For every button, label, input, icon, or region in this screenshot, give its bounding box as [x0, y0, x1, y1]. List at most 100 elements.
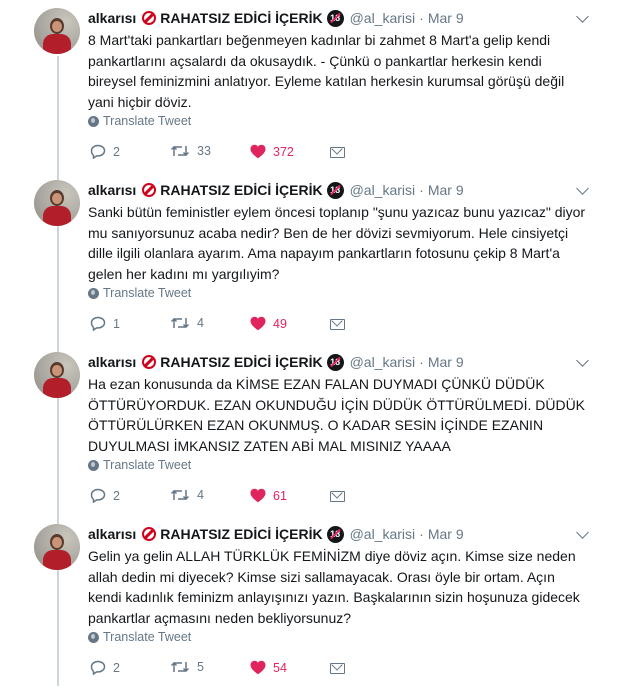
- envelope-icon: [330, 491, 345, 502]
- retweet-count: 4: [197, 316, 204, 330]
- avatar[interactable]: [34, 180, 80, 226]
- retweet-button[interactable]: 33: [170, 144, 211, 158]
- reply-count: 2: [113, 488, 120, 503]
- tweet[interactable]: alkarısı RAHATSIZ EDİCİ İÇERİK 18 @al_ka…: [0, 180, 625, 340]
- reply-icon: [90, 316, 106, 331]
- username[interactable]: @al_karisi: [350, 526, 416, 542]
- avatar[interactable]: [34, 352, 80, 398]
- separator-dot: ·: [419, 526, 424, 542]
- display-name-suffix[interactable]: RAHATSIZ EDİCİ İÇERİK: [160, 354, 322, 370]
- retweet-count: 4: [197, 488, 204, 502]
- tweet-actions: 1 4 49: [88, 316, 388, 336]
- no-entry-icon: [142, 355, 157, 369]
- reply-button[interactable]: 2: [90, 144, 120, 159]
- like-button[interactable]: 54: [250, 660, 287, 675]
- timestamp[interactable]: Mar 9: [428, 182, 464, 198]
- translate-label: Translate Tweet: [103, 114, 192, 128]
- tweet-text: 8 Mart'taki pankartları beğenmeyen kadın…: [88, 32, 565, 110]
- no-under-18-icon: 18: [326, 9, 344, 27]
- reply-count: 2: [113, 660, 120, 675]
- no-entry-icon: [142, 527, 157, 541]
- envelope-icon: [330, 319, 345, 330]
- reply-button[interactable]: 2: [90, 488, 120, 503]
- tweet[interactable]: alkarısı RAHATSIZ EDİCİ İÇERİK 18 @al_ka…: [0, 8, 625, 168]
- timestamp[interactable]: Mar 9: [428, 354, 464, 370]
- translate-label: Translate Tweet: [103, 630, 192, 644]
- like-count: 372: [273, 144, 294, 159]
- like-button[interactable]: 372: [250, 144, 294, 159]
- retweet-count: 33: [197, 144, 211, 158]
- like-button[interactable]: 49: [250, 316, 287, 331]
- separator-dot: ·: [419, 354, 424, 370]
- timestamp[interactable]: Mar 9: [428, 526, 464, 542]
- like-count: 54: [273, 660, 287, 675]
- tweet-text: Ha ezan konusunda da KİMSE EZAN FALAN DU…: [88, 376, 586, 454]
- translate-tweet-link[interactable]: Translate Tweet: [88, 630, 191, 644]
- direct-message-button[interactable]: [330, 147, 345, 158]
- username[interactable]: @al_karisi: [350, 10, 416, 26]
- heart-icon: [250, 660, 266, 675]
- translate-tweet-link[interactable]: Translate Tweet: [88, 286, 191, 300]
- direct-message-button[interactable]: [330, 491, 345, 502]
- chevron-down-icon[interactable]: [576, 526, 589, 539]
- display-name-suffix[interactable]: RAHATSIZ EDİCİ İÇERİK: [160, 526, 322, 542]
- separator-dot: ·: [419, 10, 424, 26]
- tweet-header: alkarısı RAHATSIZ EDİCİ İÇERİK 18 @al_ka…: [88, 352, 464, 372]
- translate-label: Translate Tweet: [103, 458, 192, 472]
- tweet-header: alkarısı RAHATSIZ EDİCİ İÇERİK 18 @al_ka…: [88, 524, 464, 544]
- globe-icon: [88, 115, 99, 127]
- username[interactable]: @al_karisi: [350, 182, 416, 198]
- display-name[interactable]: alkarısı: [88, 182, 136, 198]
- display-name[interactable]: alkarısı: [88, 526, 136, 542]
- chevron-down-icon[interactable]: [576, 182, 589, 195]
- reply-icon: [90, 144, 106, 159]
- display-name-suffix[interactable]: RAHATSIZ EDİCİ İÇERİK: [160, 182, 322, 198]
- retweet-icon: [170, 661, 190, 673]
- reply-count: 2: [113, 144, 120, 159]
- display-name[interactable]: alkarısı: [88, 10, 136, 26]
- direct-message-button[interactable]: [330, 663, 345, 674]
- retweet-count: 5: [197, 660, 204, 674]
- reply-button[interactable]: 2: [90, 660, 120, 675]
- tweet[interactable]: alkarısı RAHATSIZ EDİCİ İÇERİK 18 @al_ka…: [0, 352, 625, 512]
- no-entry-icon: [142, 183, 157, 197]
- chevron-down-icon[interactable]: [576, 354, 589, 367]
- like-count: 61: [273, 488, 287, 503]
- heart-icon: [250, 316, 266, 331]
- tweet-actions: 2 5 54: [88, 660, 388, 680]
- chevron-down-icon[interactable]: [576, 10, 589, 23]
- retweet-button[interactable]: 4: [170, 316, 204, 330]
- translate-tweet-link[interactable]: Translate Tweet: [88, 114, 191, 128]
- reply-icon: [90, 660, 106, 675]
- like-button[interactable]: 61: [250, 488, 287, 503]
- retweet-button[interactable]: 5: [170, 660, 204, 674]
- tweet-text: Sanki bütün feministler eylem öncesi top…: [88, 204, 586, 282]
- heart-icon: [250, 488, 266, 503]
- translate-tweet-link[interactable]: Translate Tweet: [88, 458, 191, 472]
- envelope-icon: [330, 147, 345, 158]
- timestamp[interactable]: Mar 9: [428, 10, 464, 26]
- display-name-suffix[interactable]: RAHATSIZ EDİCİ İÇERİK: [160, 10, 322, 26]
- username[interactable]: @al_karisi: [350, 354, 416, 370]
- globe-icon: [88, 631, 99, 643]
- tweet[interactable]: alkarısı RAHATSIZ EDİCİ İÇERİK 18 @al_ka…: [0, 524, 625, 684]
- avatar[interactable]: [34, 524, 80, 570]
- direct-message-button[interactable]: [330, 319, 345, 330]
- separator-dot: ·: [419, 182, 424, 198]
- retweet-icon: [170, 489, 190, 501]
- translate-label: Translate Tweet: [103, 286, 192, 300]
- tweet-actions: 2 33 372: [88, 144, 388, 164]
- no-under-18-icon: 18: [326, 525, 344, 543]
- reply-button[interactable]: 1: [90, 316, 120, 331]
- avatar[interactable]: [34, 8, 80, 54]
- reply-count: 1: [113, 316, 120, 331]
- globe-icon: [88, 459, 99, 471]
- retweet-icon: [170, 317, 190, 329]
- retweet-button[interactable]: 4: [170, 488, 204, 502]
- reply-icon: [90, 488, 106, 503]
- tweet-actions: 2 4 61: [88, 488, 388, 508]
- envelope-icon: [330, 663, 345, 674]
- heart-icon: [250, 144, 266, 159]
- like-count: 49: [273, 316, 287, 331]
- display-name[interactable]: alkarısı: [88, 354, 136, 370]
